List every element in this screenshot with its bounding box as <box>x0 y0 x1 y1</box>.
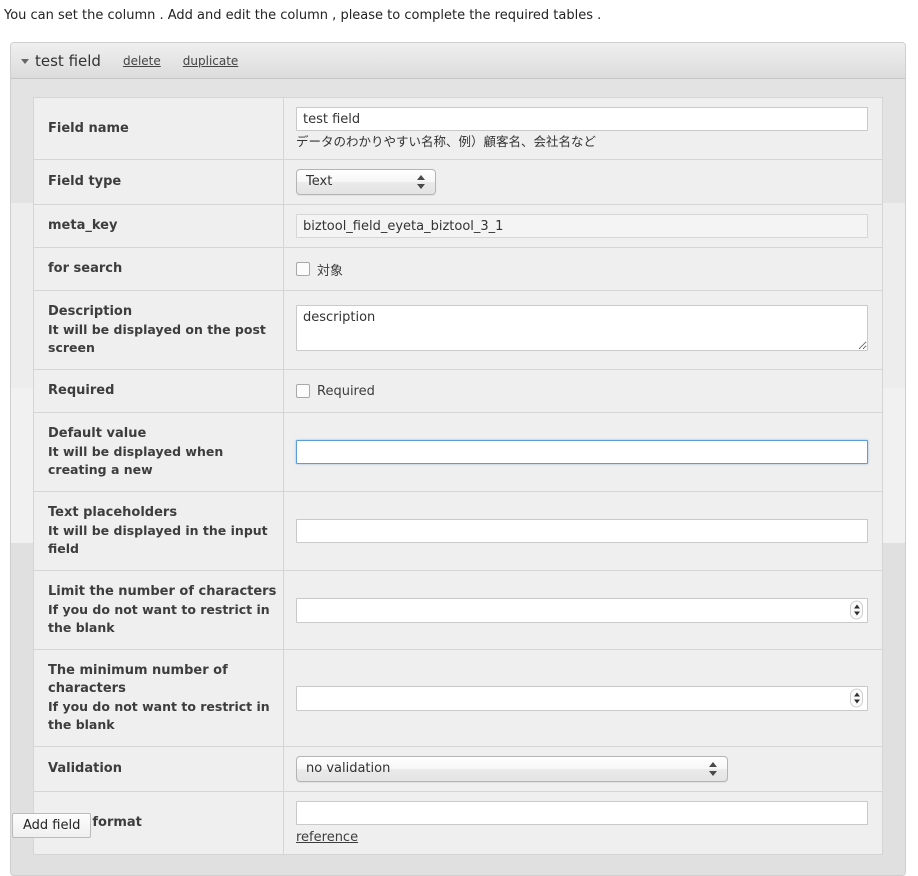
page-intro-text: You can set the column . Add and edit th… <box>4 8 602 23</box>
delete-link[interactable]: delete <box>123 54 161 68</box>
table-row-fixed-format: Fixed format reference <box>33 791 883 855</box>
collapse-toggle-caret-icon[interactable] <box>21 59 29 64</box>
minimum-characters-stepper[interactable] <box>850 688 863 708</box>
field-type-select[interactable]: Text <box>296 169 436 195</box>
row-label-limit-characters-main: Limit the number of characters <box>48 584 277 599</box>
row-label-description-sub: It will be displayed on the post screen <box>48 322 266 355</box>
text-placeholders-input[interactable] <box>296 519 868 543</box>
chevron-updown-icon <box>417 174 426 190</box>
row-label-default-value-main: Default value <box>48 426 147 441</box>
row-label-limit-characters: Limit the number of characters If you do… <box>33 570 284 650</box>
row-label-text-placeholders-sub: It will be displayed in the input field <box>48 523 268 556</box>
table-row-description: Description It will be displayed on the … <box>33 290 883 370</box>
required-checkbox[interactable] <box>296 384 310 398</box>
field-panel: test field delete duplicate Field name デ… <box>10 42 906 876</box>
row-value-default-value <box>283 412 883 492</box>
for-search-checkbox[interactable] <box>296 262 310 276</box>
row-label-field-type: Field type <box>33 159 284 205</box>
minimum-characters-input[interactable] <box>296 685 868 711</box>
row-label-text-placeholders: Text placeholders It will be displayed i… <box>33 491 284 571</box>
field-name-helper-text: データのわかりやすい名称、例）顧客名、会社名など <box>296 134 597 149</box>
validation-selected-value: no validation <box>306 761 391 776</box>
add-field-button[interactable]: Add field <box>12 813 92 838</box>
field-panel-body: Field name データのわかりやすい名称、例）顧客名、会社名など Fiel… <box>11 79 905 875</box>
default-value-input[interactable] <box>296 440 868 464</box>
table-row-field-name: Field name データのわかりやすい名称、例）顧客名、会社名など <box>33 97 883 160</box>
row-label-limit-characters-sub: If you do not want to restrict in the bl… <box>48 602 270 635</box>
row-label-default-value-sub: It will be displayed when creating a new <box>48 444 224 477</box>
row-value-meta-key <box>283 204 883 248</box>
row-label-description-main: Description <box>48 304 133 319</box>
field-settings-table: Field name データのわかりやすい名称、例）顧客名、会社名など Fiel… <box>33 97 883 855</box>
row-value-minimum-characters <box>283 649 883 747</box>
row-value-validation: no validation <box>283 746 883 792</box>
table-row-limit-characters: Limit the number of characters If you do… <box>33 570 883 650</box>
row-value-for-search: 対象 <box>283 247 883 291</box>
row-label-for-search: for search <box>33 247 284 291</box>
row-value-required: Required <box>283 369 883 413</box>
row-label-minimum-characters-main: The minimum number of characters <box>48 663 228 696</box>
row-label-description: Description It will be displayed on the … <box>33 290 284 370</box>
table-row-default-value: Default value It will be displayed when … <box>33 412 883 492</box>
limit-characters-stepper[interactable] <box>850 600 863 620</box>
table-row-text-placeholders: Text placeholders It will be displayed i… <box>33 491 883 571</box>
row-value-text-placeholders <box>283 491 883 571</box>
row-label-validation: Validation <box>33 746 284 792</box>
row-label-minimum-characters: The minimum number of characters If you … <box>33 649 284 747</box>
table-row-field-type: Field type Text <box>33 159 883 205</box>
row-label-text-placeholders-main: Text placeholders <box>48 505 178 520</box>
table-row-minimum-characters: The minimum number of characters If you … <box>33 649 883 747</box>
table-row-for-search: for search 対象 <box>33 247 883 291</box>
validation-select[interactable]: no validation <box>296 756 728 782</box>
limit-characters-input[interactable] <box>296 597 868 623</box>
chevron-updown-icon <box>709 761 718 777</box>
fixed-format-input[interactable] <box>296 801 868 825</box>
row-value-field-type: Text <box>283 159 883 205</box>
required-checkbox-label: Required <box>317 383 375 399</box>
row-label-minimum-characters-sub: If you do not want to restrict in the bl… <box>48 699 270 732</box>
description-textarea[interactable]: description <box>296 305 868 351</box>
row-value-field-name: データのわかりやすい名称、例）顧客名、会社名など <box>283 97 883 160</box>
row-value-limit-characters <box>283 570 883 650</box>
field-name-input[interactable] <box>296 107 868 131</box>
table-row-meta-key: meta_key <box>33 204 883 248</box>
row-label-field-name: Field name <box>33 97 284 160</box>
row-label-required: Required <box>33 369 284 413</box>
field-panel-title: test field <box>35 51 101 70</box>
meta-key-input[interactable] <box>296 214 868 238</box>
row-value-description: description <box>283 290 883 370</box>
field-panel-header[interactable]: test field delete duplicate <box>11 43 905 79</box>
row-value-fixed-format: reference <box>283 791 883 855</box>
table-row-required: Required Required <box>33 369 883 413</box>
for-search-checkbox-label: 対象 <box>317 263 344 279</box>
row-label-meta-key: meta_key <box>33 204 284 248</box>
table-row-validation: Validation no validation <box>33 746 883 792</box>
duplicate-link[interactable]: duplicate <box>183 54 239 68</box>
field-type-selected-value: Text <box>306 174 333 189</box>
row-label-default-value: Default value It will be displayed when … <box>33 412 284 492</box>
